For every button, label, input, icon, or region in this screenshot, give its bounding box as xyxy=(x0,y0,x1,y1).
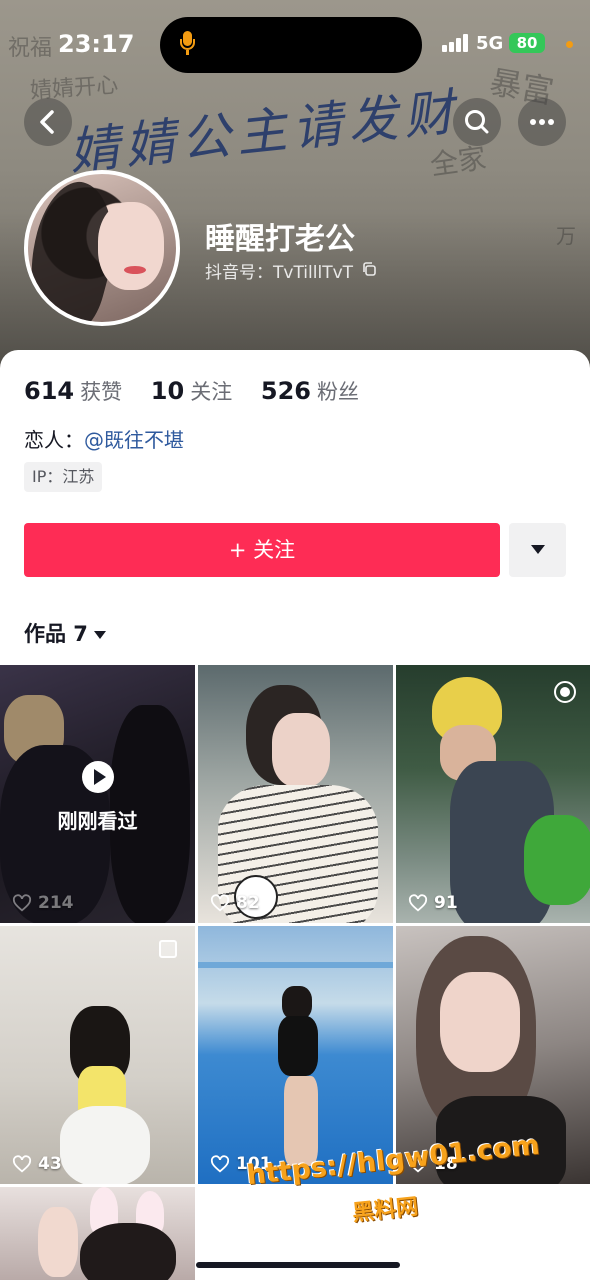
signal-icon xyxy=(442,34,470,52)
likes-stat[interactable]: 614 获赞 xyxy=(24,377,144,405)
heart-icon xyxy=(210,1155,230,1173)
followers-stat[interactable]: 526 粉丝 xyxy=(261,377,381,405)
cover-handwriting: 婧婧公主请发财 xyxy=(66,82,463,182)
video-likes: 214 xyxy=(12,893,74,913)
watermark-site: 黑料网 xyxy=(351,1194,420,1227)
pin-icon xyxy=(159,940,177,958)
search-icon xyxy=(465,110,489,134)
tab-works[interactable]: 作品 7 xyxy=(24,618,106,648)
status-time: 23:17 xyxy=(58,30,135,58)
search-button[interactable] xyxy=(453,98,501,146)
following-stat[interactable]: 10 关注 xyxy=(151,377,254,405)
caret-down-icon xyxy=(93,631,106,639)
dynamic-island xyxy=(160,17,422,73)
heart-icon xyxy=(12,1155,32,1173)
copy-icon[interactable] xyxy=(361,261,377,277)
avatar[interactable] xyxy=(24,170,180,326)
recently-watched-label: 刚刚看过 xyxy=(57,809,138,833)
video-tile[interactable]: 43 xyxy=(0,926,195,1184)
follow-button[interactable]: + 关注 xyxy=(24,523,500,577)
caret-down-icon xyxy=(531,545,545,554)
video-likes: 82 xyxy=(210,893,260,913)
video-likes: 91 xyxy=(408,893,458,913)
back-button[interactable] xyxy=(24,98,72,146)
video-tile[interactable]: 91 xyxy=(396,665,590,923)
profile-nickname: 睡醒打老公 xyxy=(205,222,355,257)
live-icon xyxy=(554,681,576,703)
battery-icon: 80 xyxy=(509,33,545,53)
profile-stats: 614 获赞 10 关注 526 粉丝 xyxy=(24,376,381,406)
more-button[interactable] xyxy=(518,98,566,146)
more-dots-icon xyxy=(530,119,554,125)
video-tile[interactable]: 刚刚看过 214 xyxy=(0,665,195,923)
video-likes: 43 xyxy=(12,1154,62,1174)
profile-douyin-id: 抖音号：TvTilllTvT xyxy=(205,263,354,283)
video-tile[interactable] xyxy=(0,1187,195,1280)
chevron-left-icon xyxy=(40,110,54,134)
network-type: 5G xyxy=(476,33,504,54)
lover-label: 恋人： xyxy=(24,428,84,452)
heart-icon xyxy=(12,894,32,912)
lover-mention-link[interactable]: @既往不堪 xyxy=(84,428,184,452)
video-tile[interactable]: 101 xyxy=(198,926,393,1184)
recommend-dropdown-button[interactable] xyxy=(509,523,566,577)
heart-icon xyxy=(408,894,428,912)
status-bar: 23:17 5G 80 xyxy=(0,0,590,88)
microphone-icon xyxy=(180,31,195,55)
video-tile[interactable]: 82 xyxy=(198,665,393,923)
play-icon xyxy=(82,761,114,793)
ip-location-tag: IP：江苏 xyxy=(24,462,103,492)
privacy-indicator-icon xyxy=(566,41,573,48)
heart-icon xyxy=(210,894,230,912)
lover-line: 恋人：@既往不堪 xyxy=(24,424,184,453)
home-indicator[interactable] xyxy=(196,1262,400,1268)
